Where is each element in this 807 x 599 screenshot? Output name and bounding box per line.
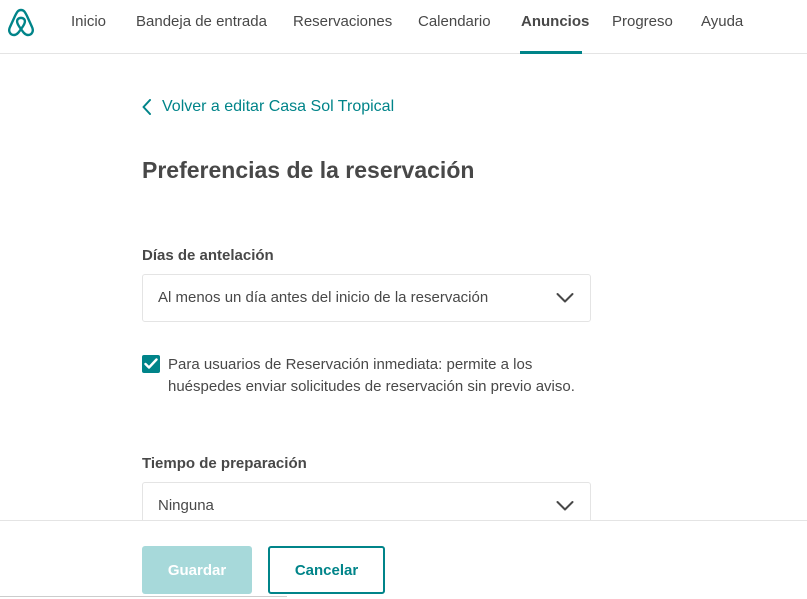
divider: [0, 596, 287, 597]
page-title: Preferencias de la reservación: [142, 157, 475, 183]
nav-item-ayuda[interactable]: Ayuda: [701, 13, 743, 30]
nav-item-anuncios[interactable]: Anuncios: [521, 13, 589, 30]
advance-notice-value: Al menos un día antes del inicio de la r…: [158, 289, 489, 306]
preparation-time-label: Tiempo de preparación: [142, 455, 307, 472]
nav-item-calendario[interactable]: Calendario: [418, 13, 491, 30]
cancel-button[interactable]: Cancelar: [268, 546, 385, 594]
instant-book-checkbox-label: Para usuarios de Reservación inmediata: …: [168, 356, 575, 395]
advance-notice-select[interactable]: Al menos un día antes del inicio de la r…: [142, 274, 591, 322]
chevron-left-icon: [142, 99, 151, 115]
airbnb-logo-icon[interactable]: [6, 6, 36, 38]
instant-book-checkbox[interactable]: [142, 355, 160, 373]
back-to-listing-link[interactable]: Volver a editar Casa Sol Tropical: [142, 97, 394, 117]
checkmark-icon: [144, 358, 158, 369]
preparation-time-value: Ninguna: [158, 497, 214, 514]
active-tab-indicator: [520, 51, 582, 54]
chevron-down-icon: [556, 293, 574, 303]
nav-item-inicio[interactable]: Inicio: [71, 13, 106, 30]
action-footer: Guardar Cancelar: [0, 520, 807, 599]
nav-item-bandeja-de-entrada[interactable]: Bandeja de entrada: [136, 13, 267, 30]
top-navigation: Inicio Bandeja de entrada Reservaciones …: [0, 0, 807, 54]
advance-notice-label: Días de antelación: [142, 247, 274, 264]
save-button[interactable]: Guardar: [142, 546, 252, 594]
nav-item-progreso[interactable]: Progreso: [612, 13, 673, 30]
nav-item-reservaciones[interactable]: Reservaciones: [293, 13, 392, 30]
chevron-down-icon: [556, 501, 574, 511]
back-link-label: Volver a editar Casa Sol Tropical: [162, 98, 395, 115]
